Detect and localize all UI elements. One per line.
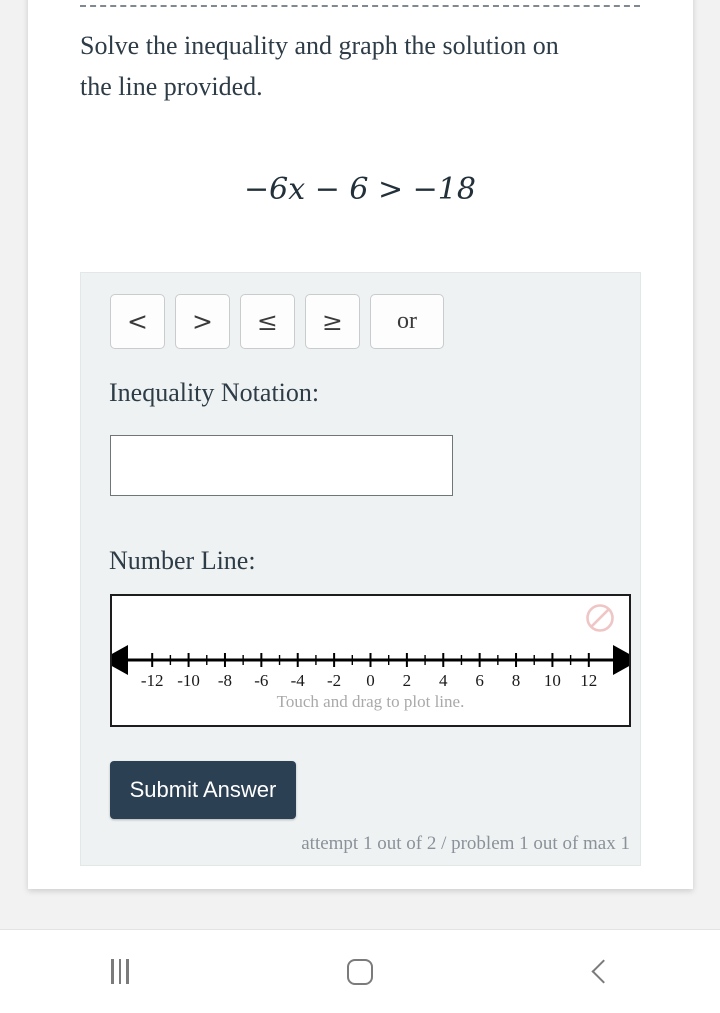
home-icon <box>347 958 373 985</box>
operator-button-greater-than[interactable]: > <box>175 294 230 349</box>
number-line-tick-label: -12 <box>141 671 164 690</box>
android-navigation-bar <box>0 929 720 1013</box>
operator-button-row: < > ≤ ≥ or <box>110 294 444 349</box>
number-line-tick-label: 12 <box>580 671 597 690</box>
recents-icon <box>111 959 129 984</box>
problem-equation: −6x − 6 > −18 <box>244 172 476 207</box>
number-line-tick-label: 10 <box>544 671 561 690</box>
number-line-tick-label: -10 <box>177 671 200 690</box>
number-line-tick-label: -2 <box>327 671 341 690</box>
number-line-label: Number Line: <box>109 546 256 575</box>
operator-button-less-than[interactable]: < <box>110 294 165 349</box>
problem-card: Solve the inequality and graph the solut… <box>28 0 693 889</box>
inequality-notation-label: Inequality Notation: <box>109 378 320 407</box>
number-line-tick-label: 4 <box>439 671 448 690</box>
number-line-tick-label: -6 <box>254 671 268 690</box>
no-entry-icon[interactable] <box>585 603 615 633</box>
number-line-tick-label: -4 <box>291 671 306 690</box>
number-line-tick-label: -8 <box>218 671 232 690</box>
number-line-tick-label: 8 <box>512 671 521 690</box>
recents-button[interactable] <box>0 930 240 1013</box>
number-line-tick-label: 0 <box>366 671 375 690</box>
operator-button-less-than-or-equal[interactable]: ≤ <box>240 294 295 349</box>
submit-answer-button[interactable]: Submit Answer <box>110 761 296 819</box>
attempt-status-text: attempt 1 out of 2 / problem 1 out of ma… <box>301 833 630 854</box>
back-button[interactable] <box>480 930 720 1013</box>
operator-button-greater-than-or-equal[interactable]: ≥ <box>305 294 360 349</box>
section-divider <box>80 5 640 7</box>
plot-hint-text: Touch and drag to plot line. <box>276 692 465 711</box>
number-line-tick-label: 2 <box>403 671 412 690</box>
inequality-notation-input[interactable] <box>110 435 453 496</box>
operator-button-or[interactable]: or <box>370 294 444 349</box>
answer-panel: < > ≤ ≥ or Inequality Notation: Number L… <box>80 272 641 866</box>
problem-instruction: Solve the inequality and graph the solut… <box>80 31 559 101</box>
browser-viewport: Solve the inequality and graph the solut… <box>0 0 720 929</box>
number-line-tick-label: 6 <box>475 671 484 690</box>
back-icon <box>590 959 616 984</box>
home-button[interactable] <box>240 930 480 1013</box>
number-line-plot-area[interactable]: -12 -10 -8 -6 -4 -2 0 2 4 6 8 10 12 Touch and drag t… <box>110 594 631 727</box>
